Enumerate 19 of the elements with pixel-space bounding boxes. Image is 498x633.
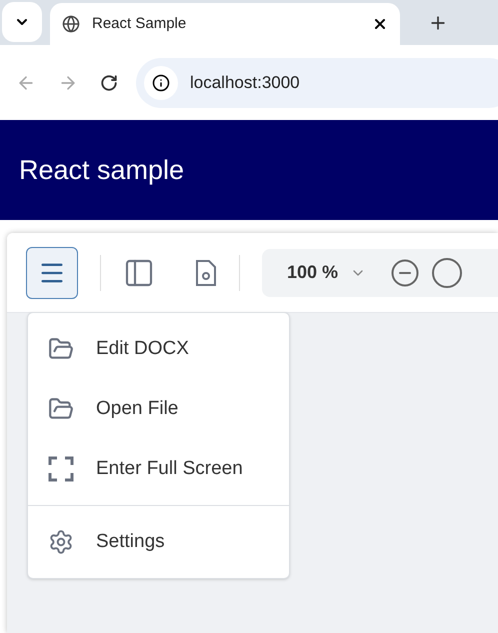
browser-tab[interactable]: React Sample xyxy=(50,3,400,45)
document-settings-icon[interactable] xyxy=(195,258,217,288)
menu-item[interactable]: Enter Full Screen xyxy=(28,439,289,499)
menu-item[interactable]: Settings xyxy=(28,512,289,572)
menu-button[interactable] xyxy=(26,246,78,298)
menu-item[interactable]: Edit DOCX xyxy=(28,319,289,379)
address-bar[interactable]: localhost:3000 xyxy=(136,58,498,108)
site-info-icon[interactable] xyxy=(144,66,178,100)
globe-icon xyxy=(62,15,80,33)
fullscreen-icon xyxy=(48,456,74,482)
menu-item[interactable]: Open File xyxy=(28,379,289,439)
header-title: React sample xyxy=(19,154,184,187)
reload-icon[interactable] xyxy=(100,74,118,92)
settings-icon xyxy=(48,529,74,555)
tab-title: React Sample xyxy=(92,14,188,34)
zoom-level[interactable]: 100 % xyxy=(287,259,338,286)
close-icon[interactable] xyxy=(372,16,388,32)
zoom-out-icon[interactable] xyxy=(390,258,420,288)
url-text: localhost:3000 xyxy=(190,72,300,94)
